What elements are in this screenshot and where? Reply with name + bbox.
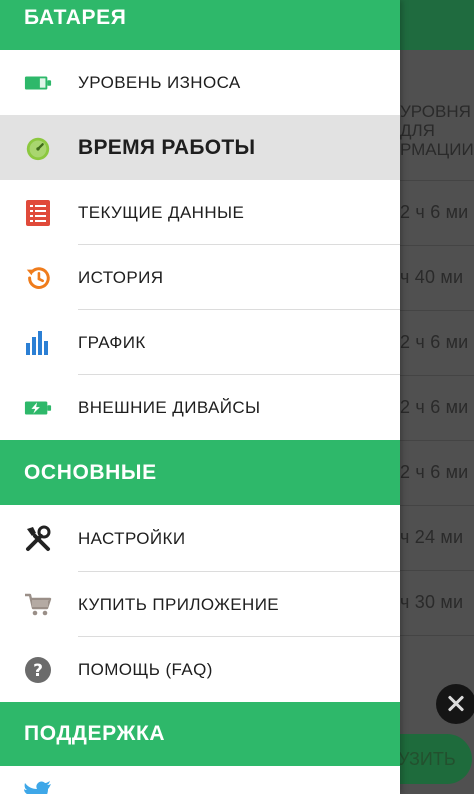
menu-item-chart[interactable]: ГРАФИК xyxy=(0,310,400,375)
background-divider xyxy=(400,570,474,571)
menu-item-label: ПОМОЩЬ (FAQ) xyxy=(78,659,213,679)
background-row-value: 2 ч 6 ми xyxy=(400,202,469,222)
menu-item-buy-app[interactable]: КУПИТЬ ПРИЛОЖЕНИЕ xyxy=(0,572,400,637)
menu-item-label: ВРЕМЯ РАБОТЫ xyxy=(78,135,256,159)
background-divider xyxy=(400,375,474,376)
history-icon xyxy=(24,264,52,292)
list-icon xyxy=(24,199,52,227)
menu-item-current-data[interactable]: ТЕКУЩИЕ ДАННЫЕ xyxy=(0,180,400,245)
battery-charging-icon xyxy=(24,394,52,422)
menu-item-runtime[interactable]: ВРЕМЯ РАБОТЫ xyxy=(0,115,400,180)
menu-item-label: ИСТОРИЯ xyxy=(78,267,164,287)
close-ad-button[interactable] xyxy=(436,684,474,724)
background-header-line: РМАЦИИ... xyxy=(400,140,474,159)
menu-item-label: УРОВЕНЬ ИЗНОСА xyxy=(78,72,241,92)
menu-item-label: НАСТРОЙКИ xyxy=(78,528,186,548)
background-divider xyxy=(400,505,474,506)
menu-item-wear-level[interactable]: УРОВЕНЬ ИЗНОСА xyxy=(0,50,400,115)
tools-icon xyxy=(24,525,52,553)
svg-text:?: ? xyxy=(33,661,43,681)
background-header-line: УРОВНЯ xyxy=(400,102,471,121)
navigation-drawer: БАТАРЕЯ УРОВЕНЬ ИЗНОСА ВРЕМЯ РАБОТЫ ТЕКУ… xyxy=(0,0,400,794)
background-header-line: ДЛЯ xyxy=(400,121,435,140)
background-row-value: 2 ч 6 ми xyxy=(400,332,469,352)
background-divider xyxy=(400,180,474,181)
background-divider xyxy=(400,635,474,636)
section-header-battery: БАТАРЕЯ xyxy=(0,0,400,50)
menu-item-help[interactable]: ? ПОМОЩЬ (FAQ) xyxy=(0,637,400,702)
menu-item-label: ГРАФИК xyxy=(78,332,146,352)
menu-item-label: КУПИТЬ ПРИЛОЖЕНИЕ xyxy=(78,594,280,614)
background-divider xyxy=(400,440,474,441)
background-divider xyxy=(400,245,474,246)
battery-level-icon xyxy=(24,69,52,97)
menu-item-label: ВНЕШНИЕ ДИВАЙСЫ xyxy=(78,397,261,417)
background-row-value: ч 30 ми xyxy=(400,592,464,612)
background-row-value: 2 ч 6 ми xyxy=(400,462,469,482)
cart-icon xyxy=(24,591,52,619)
stopwatch-icon xyxy=(24,134,52,162)
menu-item-twitter[interactable] xyxy=(0,766,400,794)
menu-item-label: ТЕКУЩИЕ ДАННЫЕ xyxy=(78,202,245,222)
section-header-support: ПОДДЕРЖКА xyxy=(0,702,400,766)
background-row-value: ч 40 ми xyxy=(400,267,464,287)
background-row-value: ч 24 ми xyxy=(400,527,464,547)
menu-item-external-devices[interactable]: ВНЕШНИЕ ДИВАЙСЫ xyxy=(0,375,400,440)
background-row-value: 2 ч 6 ми xyxy=(400,397,469,417)
menu-item-history[interactable]: ИСТОРИЯ xyxy=(0,245,400,310)
section-header-main: ОСНОВНЫЕ xyxy=(0,440,400,505)
bar-chart-icon xyxy=(24,329,52,357)
twitter-icon xyxy=(24,778,52,794)
background-divider xyxy=(400,310,474,311)
menu-item-settings[interactable]: НАСТРОЙКИ xyxy=(0,506,400,571)
help-icon: ? xyxy=(24,656,52,684)
background-column-header: УРОВНЯ ДЛЯ РМАЦИИ... xyxy=(400,102,474,159)
